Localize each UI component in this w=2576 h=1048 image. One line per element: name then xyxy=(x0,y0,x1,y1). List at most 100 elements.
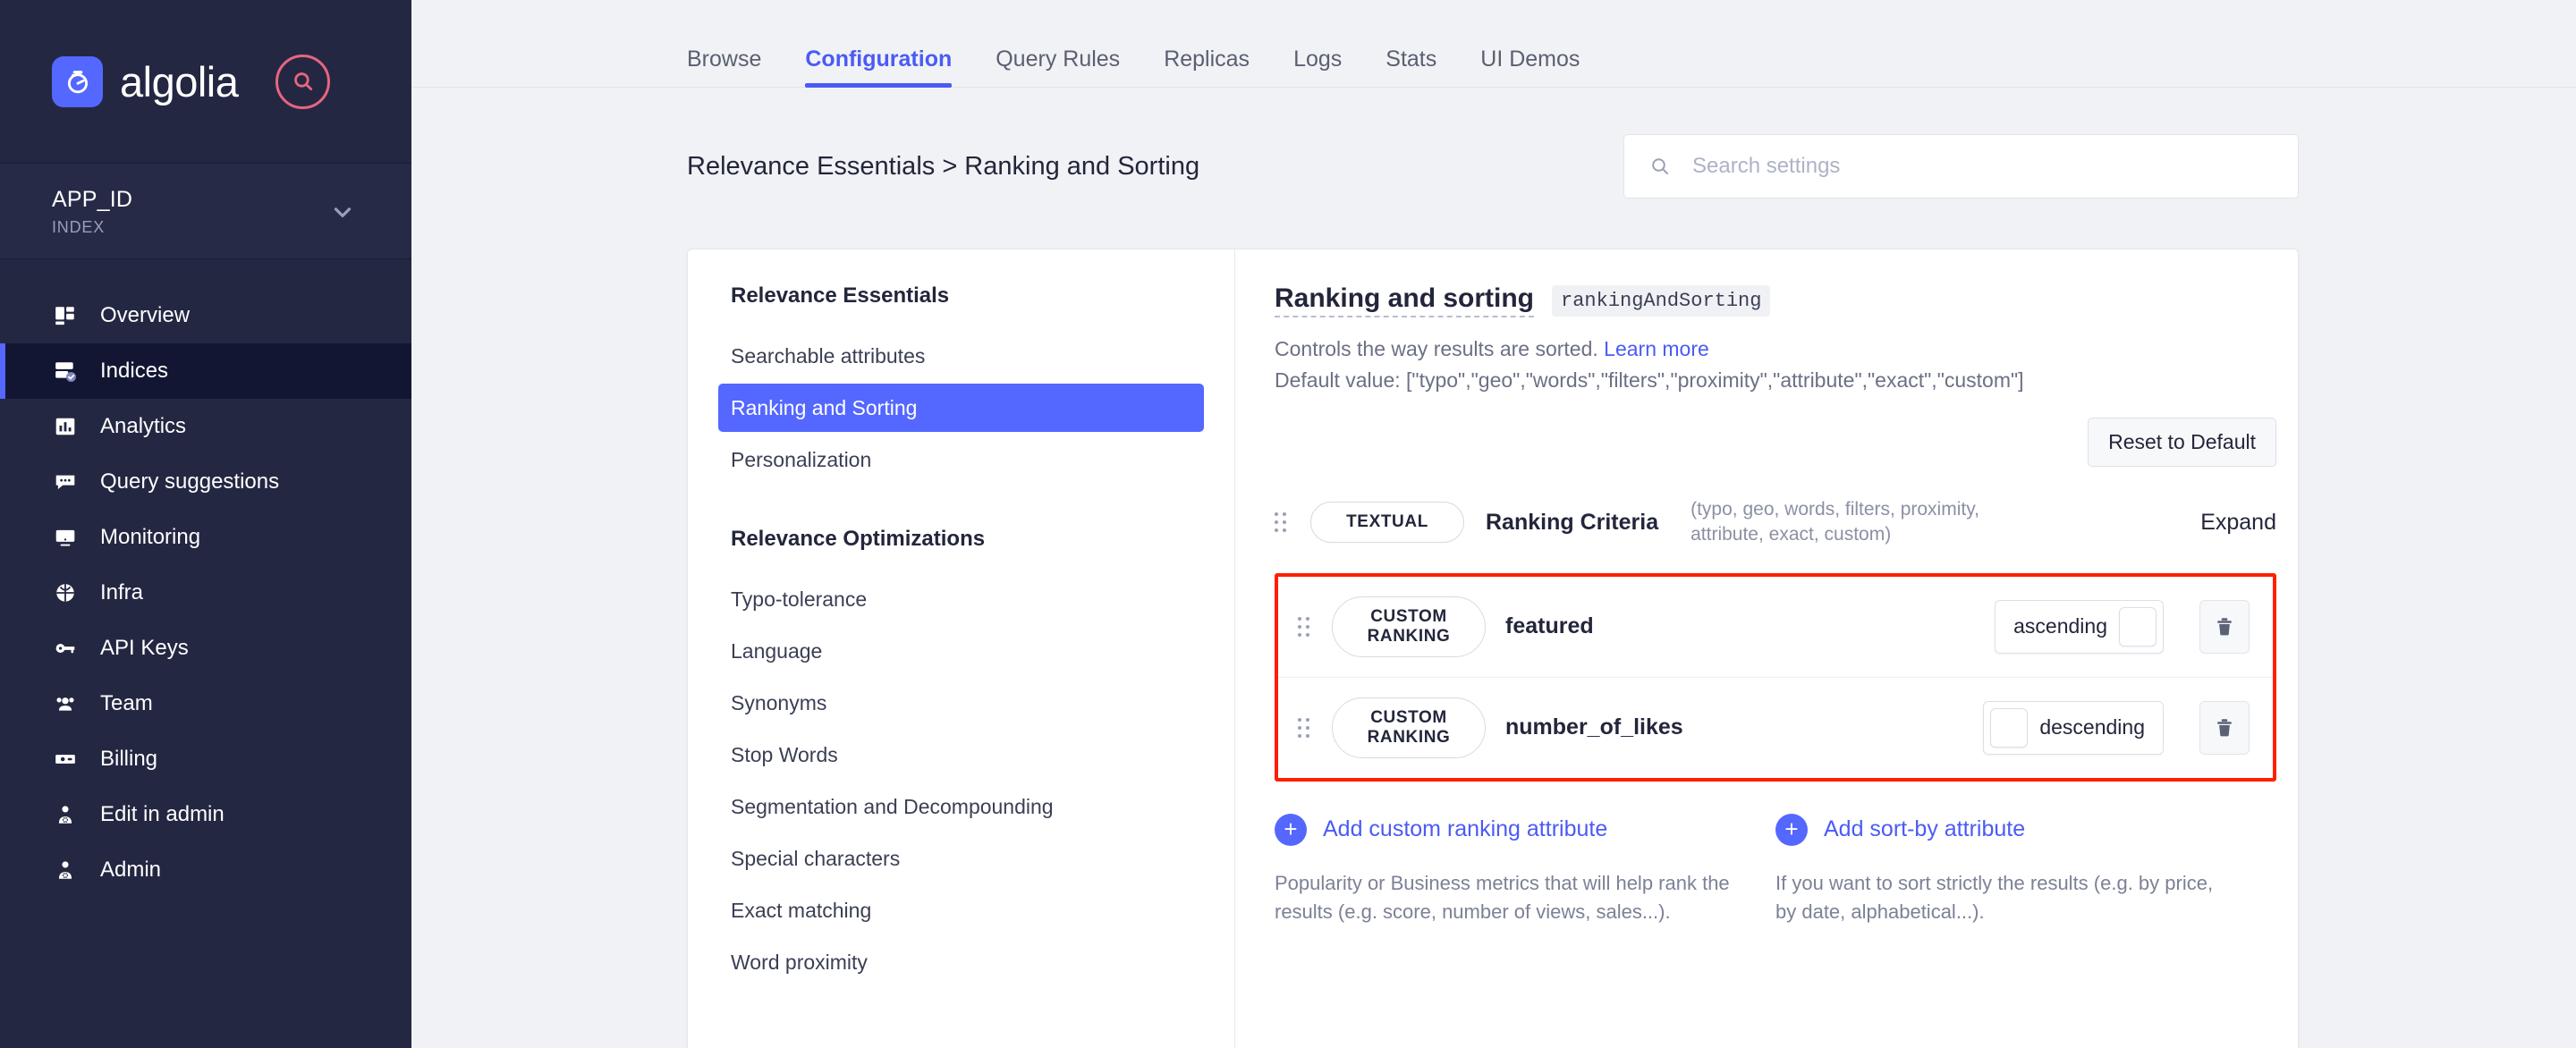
money-icon xyxy=(52,746,79,773)
plus-icon: + xyxy=(1775,813,1808,846)
sidebar-item-overview[interactable]: Overview xyxy=(0,288,411,343)
search-icon xyxy=(1652,158,1668,174)
sidebar-item-label: Team xyxy=(100,691,153,715)
custom-ranking-highlight-box: CUSTOM RANKING featured ascending CUSTOM… xyxy=(1275,572,2276,782)
settings-item-special-characters[interactable]: Special characters xyxy=(718,834,1204,883)
tab-replicas[interactable]: Replicas xyxy=(1164,48,1250,87)
sidebar-item-billing[interactable]: Billing xyxy=(0,731,411,787)
ranking-criteria-hint: (typo, geo, words, filters, proximity, a… xyxy=(1690,499,1979,545)
sidebar-item-indices[interactable]: Indices xyxy=(0,343,411,399)
custom-ranking-attribute-name: number_of_likes xyxy=(1505,714,1683,740)
sidebar-item-admin[interactable]: Admin xyxy=(0,842,411,898)
sidebar-search-button[interactable] xyxy=(275,54,331,109)
custom-ranking-badge: CUSTOM RANKING xyxy=(1332,697,1486,758)
tab-logs[interactable]: Logs xyxy=(1293,48,1342,87)
settings-search-box[interactable]: Search settings xyxy=(1623,134,2299,199)
settings-item-language[interactable]: Language xyxy=(718,627,1204,675)
breadcrumb: Relevance Essentials > Ranking and Sorti… xyxy=(687,151,1200,181)
settings-item-typo-tolerance[interactable]: Typo-tolerance xyxy=(718,575,1204,623)
settings-item-exact-matching[interactable]: Exact matching xyxy=(718,886,1204,934)
drag-handle-icon[interactable] xyxy=(1298,717,1312,738)
plus-icon: + xyxy=(1275,813,1307,846)
sidebar-item-label: Admin xyxy=(100,858,162,882)
delete-row-button[interactable] xyxy=(2199,599,2250,654)
ranking-criteria-badge: TEXTUAL xyxy=(1310,502,1464,544)
sidebar-item-label: Monitoring xyxy=(100,525,201,549)
tab-stats[interactable]: Stats xyxy=(1385,48,1436,87)
page-header: Relevance Essentials > Ranking and Sorti… xyxy=(411,88,2576,199)
panel-description-text: Controls the way results are sorted. xyxy=(1275,337,1598,360)
sidebar-item-team[interactable]: Team xyxy=(0,676,411,731)
settings-item-stop-words[interactable]: Stop Words xyxy=(718,731,1204,779)
algolia-logo-icon xyxy=(52,55,103,107)
delete-row-button[interactable] xyxy=(2199,700,2250,755)
settings-group-title-essentials: Relevance Essentials xyxy=(731,283,950,308)
sidebar-item-api-keys[interactable]: API Keys xyxy=(0,621,411,676)
trash-icon xyxy=(2217,617,2232,636)
add-custom-ranking-description: Popularity or Business metrics that will… xyxy=(1275,871,1730,923)
ranking-and-sorting-panel: Ranking and sorting rankingAndSorting Co… xyxy=(1235,249,2298,1048)
sidebar-item-analytics[interactable]: Analytics xyxy=(0,399,411,454)
settings-item-personalization[interactable]: Personalization xyxy=(718,435,1204,484)
app-id-label: APP_ID xyxy=(52,187,133,212)
search-icon xyxy=(294,72,312,91)
bar-chart-icon xyxy=(52,413,79,440)
drag-handle-icon[interactable] xyxy=(1298,616,1312,637)
add-custom-ranking-label: Add custom ranking attribute xyxy=(1323,816,1608,842)
sidebar-item-label: Billing xyxy=(100,747,158,771)
settings-item-ranking-and-sorting[interactable]: Ranking and Sorting xyxy=(718,384,1204,432)
sort-direction-toggle-featured[interactable]: ascending xyxy=(1995,599,2164,654)
toggle-knob[interactable] xyxy=(2119,606,2157,647)
add-sort-by-description: If you want to sort strictly the results… xyxy=(1775,871,2214,923)
add-custom-ranking-attribute-button[interactable]: + Add custom ranking attribute xyxy=(1275,813,1733,846)
sidebar-item-query-suggestions[interactable]: Query suggestions xyxy=(0,454,411,510)
chat-icon xyxy=(52,469,79,495)
setting-code-chip: rankingAndSorting xyxy=(1552,284,1771,317)
tab-query-rules[interactable]: Query Rules xyxy=(996,48,1120,87)
brand-name: algolia xyxy=(120,57,239,106)
table-row: CUSTOM RANKING number_of_likes descendin… xyxy=(1278,676,2273,778)
drag-handle-icon[interactable] xyxy=(1275,512,1289,533)
panel-title-row: Ranking and sorting rankingAndSorting xyxy=(1275,283,2276,317)
sidebar-item-monitoring[interactable]: Monitoring xyxy=(0,510,411,565)
add-sort-by-column: + Add sort-by attribute If you want to s… xyxy=(1775,813,2276,926)
tab-configuration[interactable]: Configuration xyxy=(805,48,952,88)
sidebar-item-edit-in-admin[interactable]: Edit in admin xyxy=(0,787,411,842)
monitor-icon xyxy=(52,524,79,551)
toggle-knob[interactable] xyxy=(1990,707,2029,748)
settings-item-searchable-attributes[interactable]: Searchable attributes xyxy=(718,332,1204,380)
settings-item-segmentation-and-decompounding[interactable]: Segmentation and Decompounding xyxy=(718,782,1204,831)
app-root: algolia APP_ID INDEX Overview Indices An… xyxy=(0,0,2576,1048)
sidebar-nav: Overview Indices Analytics Query suggest… xyxy=(0,259,411,898)
app-index-selector[interactable]: APP_ID INDEX xyxy=(0,163,411,259)
globe-icon xyxy=(52,579,79,606)
sidebar-item-infra[interactable]: Infra xyxy=(0,565,411,621)
sort-direction-toggle-number-of-likes[interactable]: descending xyxy=(1983,700,2164,755)
settings-item-synonyms[interactable]: Synonyms xyxy=(718,679,1204,727)
main-content: Browse Configuration Query Rules Replica… xyxy=(411,0,2576,1048)
tab-browse[interactable]: Browse xyxy=(687,48,761,87)
sort-direction-label: ascending xyxy=(2013,614,2107,638)
panel-default-value: Default value: ["typo","geo","words","fi… xyxy=(1275,368,2024,392)
reset-to-default-button[interactable]: Reset to Default xyxy=(2088,418,2276,467)
sidebar-item-label: Query suggestions xyxy=(100,469,280,494)
learn-more-link[interactable]: Learn more xyxy=(1604,337,1709,360)
database-check-icon xyxy=(52,358,79,385)
add-sort-by-attribute-button[interactable]: + Add sort-by attribute xyxy=(1775,813,2233,846)
table-row: CUSTOM RANKING featured ascending xyxy=(1278,577,2273,677)
user-gear-icon xyxy=(52,857,79,883)
custom-ranking-attribute-name: featured xyxy=(1505,613,1594,639)
tab-ui-demos[interactable]: UI Demos xyxy=(1480,48,1580,87)
sidebar-item-label: Infra xyxy=(100,580,144,604)
panel-title: Ranking and sorting xyxy=(1275,283,1535,317)
panel-description: Controls the way results are sorted. Lea… xyxy=(1275,337,2276,361)
settings-item-word-proximity[interactable]: Word proximity xyxy=(718,938,1204,986)
expand-link[interactable]: Expand xyxy=(2200,510,2276,536)
settings-search-placeholder: Search settings xyxy=(1692,154,1841,178)
add-custom-ranking-column: + Add custom ranking attribute Popularit… xyxy=(1275,813,1775,926)
users-icon xyxy=(52,690,79,717)
sidebar-item-label: Edit in admin xyxy=(100,802,225,826)
settings-group-title-optimizations: Relevance Optimizations xyxy=(731,527,986,551)
tab-bar: Browse Configuration Query Rules Replica… xyxy=(411,0,2576,88)
reset-button-row: Reset to Default xyxy=(1275,418,2276,467)
